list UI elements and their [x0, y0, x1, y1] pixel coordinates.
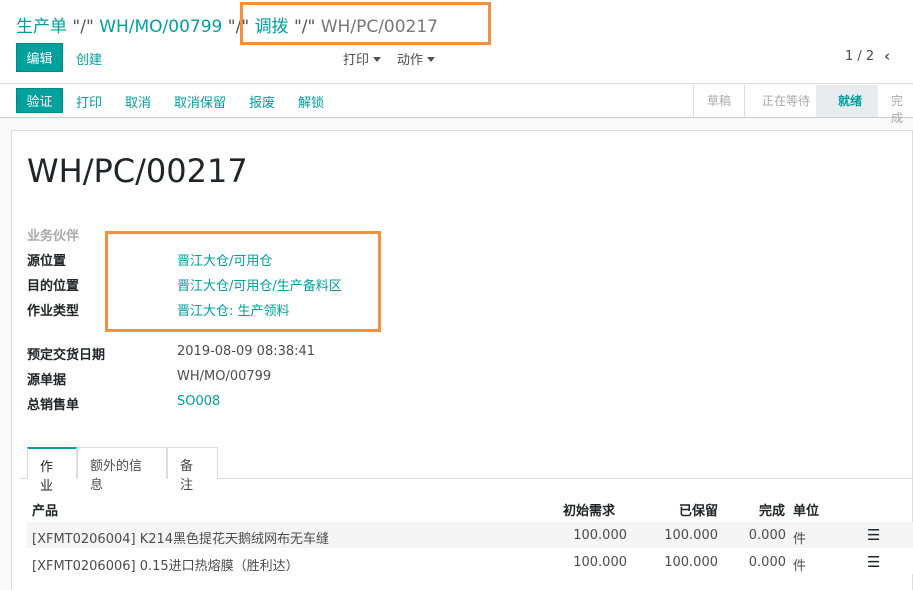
unreserve-button[interactable]: 取消保留 [174, 92, 226, 111]
stage-done[interactable]: 完成 [891, 92, 913, 126]
stage-ready[interactable]: 就绪 [838, 92, 862, 109]
breadcrumb-item-mo-number[interactable]: WH/MO/00799 [99, 17, 222, 37]
breadcrumb-separator: "/" [72, 17, 94, 37]
breadcrumb-item-mo[interactable]: 生产单 [16, 17, 67, 37]
destination-location-label: 目的位置 [27, 279, 80, 294]
row-initial-demand: 100.000 [573, 528, 627, 543]
row-initial-demand: 100.000 [573, 555, 627, 570]
caret-down-icon [427, 57, 436, 62]
operation-type-link[interactable]: 晋江大仓: 生产领料 [177, 300, 290, 319]
column-header-product[interactable]: 产品 [32, 500, 58, 519]
row-done: 0.000 [748, 555, 786, 570]
source-document-label: 源单据 [27, 373, 67, 388]
column-header-uom[interactable]: 单位 [793, 500, 819, 519]
row-product: [XFMT0206004] K214黑色提花天鹅绒网布无车缝 [32, 532, 330, 547]
breadcrumb-separator: "/" [227, 17, 250, 37]
validate-button[interactable]: 验证 [16, 88, 63, 113]
row-product: [XFMT0206006] 0.15进口热熔膜（胜利达） [32, 559, 299, 574]
tab-operations[interactable]: 作业 [27, 447, 77, 494]
column-header-done[interactable]: 完成 [759, 500, 785, 519]
breadcrumb: 生产单 "/" WH/MO/00799 "/" 调拨 "/" WH/PC/002… [16, 12, 438, 37]
tab-additional-info[interactable]: 额外的信息 [77, 447, 167, 493]
column-header-initial-demand[interactable]: 初始需求 [563, 500, 615, 519]
destination-location-link[interactable]: 晋江大仓/可用仓/生产备料区 [177, 275, 342, 294]
tab-notes[interactable]: 备注 [167, 447, 218, 493]
row-uom: 件 [793, 532, 807, 547]
sales-order-link[interactable]: SO008 [177, 394, 220, 409]
form-sheet [11, 130, 913, 590]
stage-divider [693, 85, 694, 117]
print-dropdown-label: 打印 [343, 53, 370, 68]
create-button[interactable]: 创建 [76, 49, 102, 68]
row-uom: 件 [793, 559, 807, 574]
cancel-button[interactable]: 取消 [125, 92, 151, 111]
breadcrumb-separator: "/" [293, 17, 316, 37]
column-header-reserved[interactable]: 已保留 [679, 500, 718, 519]
edit-button[interactable]: 编辑 [16, 43, 63, 72]
breadcrumb-current: WH/PC/00217 [320, 17, 438, 37]
source-location-label: 源位置 [27, 254, 67, 269]
list-details-icon[interactable]: ☰ [867, 526, 880, 544]
scrap-button[interactable]: 报废 [249, 92, 275, 111]
source-document-value: WH/MO/00799 [177, 369, 272, 384]
chevron-left-icon[interactable]: ‹ [884, 47, 890, 65]
print-button[interactable]: 打印 [76, 92, 102, 111]
row-done: 0.000 [748, 528, 786, 543]
action-dropdown-label: 动作 [397, 53, 424, 68]
action-dropdown[interactable]: 动作 [397, 49, 436, 68]
scheduled-date-value: 2019-08-09 08:38:41 [177, 344, 316, 359]
page-title: WH/PC/00217 [27, 152, 248, 190]
partner-label: 业务伙伴 [27, 229, 80, 244]
scheduled-date-label: 预定交货日期 [27, 348, 106, 363]
stage-divider [744, 85, 745, 117]
caret-down-icon [373, 57, 382, 62]
pager-value[interactable]: 1 / 2 [845, 49, 874, 64]
breadcrumb-item-transfers[interactable]: 调拨 [255, 17, 289, 37]
stage-waiting[interactable]: 正在等待 [762, 92, 810, 109]
unlock-button[interactable]: 解锁 [298, 92, 324, 111]
stage-draft[interactable]: 草稿 [707, 92, 731, 109]
operation-type-label: 作业类型 [27, 304, 80, 319]
sales-order-label: 总销售单 [27, 398, 80, 413]
print-dropdown[interactable]: 打印 [343, 49, 382, 68]
list-details-icon[interactable]: ☰ [867, 553, 880, 571]
source-location-link[interactable]: 晋江大仓/可用仓 [177, 250, 272, 269]
